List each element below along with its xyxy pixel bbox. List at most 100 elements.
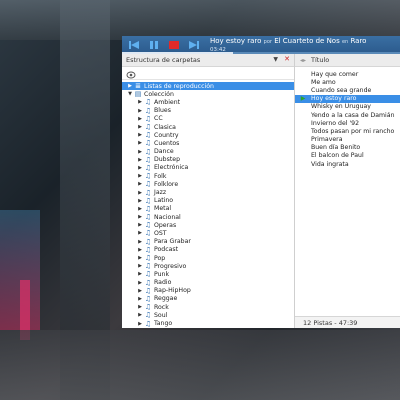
track-row[interactable]: Primavera — [295, 136, 400, 144]
music-folder-icon: ♫ — [144, 139, 152, 148]
music-folder-icon: ♫ — [144, 131, 152, 140]
folder-label: Rap-HipHop — [154, 287, 191, 295]
column-header-title[interactable]: Título — [311, 56, 329, 64]
music-folder-icon: ♫ — [144, 262, 152, 271]
track-title: Todos pasan por mi rancho — [311, 127, 395, 135]
expand-arrow-icon: ▶ — [138, 156, 142, 163]
pause-button[interactable] — [146, 39, 162, 51]
folder-item[interactable]: ▶ ♫ Punk — [122, 270, 294, 278]
track-title: Hoy estoy raro — [311, 95, 357, 103]
wallpaper-sky — [0, 0, 400, 40]
folder-item[interactable]: ▶ ♫ OST — [122, 229, 294, 237]
folder-item[interactable]: ▶ ♫ Podcast — [122, 246, 294, 254]
track-row[interactable]: El balcon de Paul — [295, 152, 400, 160]
folder-label: Dance — [154, 148, 174, 156]
folder-label: Tango — [154, 320, 173, 328]
expand-arrow-icon: ▶ — [138, 312, 142, 319]
folder-item[interactable]: ▶ ♫ Electrónica — [122, 164, 294, 172]
music-folder-icon: ♫ — [144, 204, 152, 213]
track-row[interactable]: Cuando sea grande — [295, 86, 400, 94]
folder-label: Radio — [154, 279, 172, 287]
wallpaper-tower — [60, 0, 110, 400]
folder-label: Blues — [154, 107, 171, 115]
track-row[interactable]: Whisky en Uruguay — [295, 103, 400, 111]
track-row[interactable]: Hay que comer — [295, 70, 400, 78]
collection-icon: ▤ — [134, 90, 142, 99]
folder-item[interactable]: ▶ ♫ Tango — [122, 319, 294, 328]
folder-item[interactable]: ▶ ♫ Progresivo — [122, 262, 294, 270]
music-folder-icon: ♫ — [144, 106, 152, 115]
music-folder-icon: ♫ — [144, 180, 152, 189]
expand-arrow-icon: ▶ — [138, 238, 142, 245]
track-title: Hoy estoy raro — [210, 36, 262, 45]
history-arrows-icon[interactable]: ◂▸ — [295, 57, 311, 64]
folder-item[interactable]: ▶ ♫ Jazz — [122, 188, 294, 197]
track-row[interactable]: ▶ Hoy estoy raro — [295, 94, 400, 103]
stop-button[interactable] — [166, 39, 182, 51]
collection-label: Colección — [144, 90, 174, 98]
folder-item[interactable]: ▶ ♫ CC — [122, 115, 294, 123]
music-folder-icon: ♫ — [144, 213, 152, 222]
expand-arrow-icon: ▶ — [138, 115, 142, 122]
folder-item[interactable]: ▶ ♫ Rap-HipHop — [122, 287, 294, 295]
folder-label: Folklore — [154, 180, 179, 188]
playlist-summary: 12 Pistas - 47:39 — [303, 318, 358, 327]
folder-item[interactable]: ▶ ♫ Radio — [122, 279, 294, 287]
folder-item[interactable]: ▶ ♫ Country — [122, 131, 294, 139]
track-row[interactable]: Buen día Benito — [295, 144, 400, 152]
folder-label: Cuentos — [154, 139, 180, 147]
track-title: Invierno del '92 — [311, 119, 360, 127]
next-icon — [188, 40, 200, 50]
folder-item[interactable]: ▶ ♫ Nacional — [122, 213, 294, 221]
folder-item[interactable]: ▶ ♫ Cuentos — [122, 139, 294, 147]
track-row[interactable]: Yendo a la casa de Damián — [295, 111, 400, 119]
track-row[interactable]: Todos pasan por mi rancho — [295, 127, 400, 135]
close-icon[interactable]: ✕ — [284, 55, 290, 63]
folder-label: Pop — [154, 254, 166, 262]
folder-item[interactable]: ▶ ♫ Blues — [122, 107, 294, 115]
collapse-arrow-icon: ▼ — [128, 91, 132, 98]
folder-item[interactable]: ▶ ♫ Folk — [122, 172, 294, 180]
folder-item[interactable]: ▶ ♫ Operas — [122, 221, 294, 229]
folder-structure-pane: Estructura de carpetas ▼ ✕ ▶ ≣ Listas de… — [122, 54, 295, 328]
folder-item[interactable]: ▶ ♫ Pop — [122, 254, 294, 262]
next-button[interactable] — [186, 39, 202, 51]
expand-arrow-icon: ▶ — [138, 287, 142, 294]
folder-item[interactable]: ▶ ♫ Dance — [122, 148, 294, 156]
folder-item[interactable]: ▶ ♫ Folklore — [122, 180, 294, 188]
previous-button[interactable] — [126, 39, 142, 51]
chevron-down-icon[interactable]: ▼ — [273, 56, 278, 63]
music-folder-icon: ♫ — [144, 294, 152, 303]
folder-item[interactable]: ▶ ♫ Latino — [122, 197, 294, 205]
folder-item[interactable]: ▶ ♫ Rock — [122, 303, 294, 311]
playlist-tracks: Hay que comer Me amo Cuando sea grande ▶ Hoy… — [295, 67, 400, 168]
playlists-node[interactable]: ▶ ≣ Listas de reproducción — [122, 82, 294, 91]
folder-item[interactable]: ▶ ♫ Metal — [122, 205, 294, 213]
track-row[interactable]: Invierno del '92 — [295, 119, 400, 127]
folder-label: Para Grabar — [154, 238, 191, 246]
folder-label: Jazz — [154, 189, 167, 197]
expand-arrow-icon: ▶ — [138, 164, 142, 171]
pane-header: Estructura de carpetas ▼ ✕ — [122, 54, 294, 67]
collection-node[interactable]: ▼ ▤ Colección — [122, 90, 294, 98]
track-title: Buen día Benito — [311, 144, 361, 152]
expand-arrow-icon: ▶ — [138, 107, 142, 114]
filter-row — [122, 67, 294, 80]
folder-label: Folk — [154, 172, 167, 180]
track-row[interactable]: Vida ingrata — [295, 160, 400, 168]
folder-item[interactable]: ▶ ♫ Clasica — [122, 123, 294, 131]
folder-item[interactable]: ▶ ♫ Dubstep — [122, 156, 294, 164]
pane-title: Estructura de carpetas — [126, 56, 201, 64]
folder-item[interactable]: ▶ ♫ Soul — [122, 311, 294, 319]
folder-label: Soul — [154, 311, 168, 319]
track-row[interactable]: Me amo — [295, 78, 400, 86]
playlist-pane: ◂▸ Título Hay que comer Me amo Cuando sea … — [295, 54, 400, 328]
folder-item[interactable]: ▶ ♫ Reggae — [122, 295, 294, 303]
music-folder-icon: ♫ — [144, 311, 152, 320]
music-folder-icon: ♫ — [144, 172, 152, 181]
expand-arrow-icon: ▶ — [138, 255, 142, 262]
expand-arrow-icon: ▶ — [138, 230, 142, 237]
folder-item[interactable]: ▶ ♫ Para Grabar — [122, 238, 294, 246]
folder-item[interactable]: ▶ ♫ Ambient — [122, 98, 294, 106]
music-folder-icon: ♫ — [144, 155, 152, 164]
